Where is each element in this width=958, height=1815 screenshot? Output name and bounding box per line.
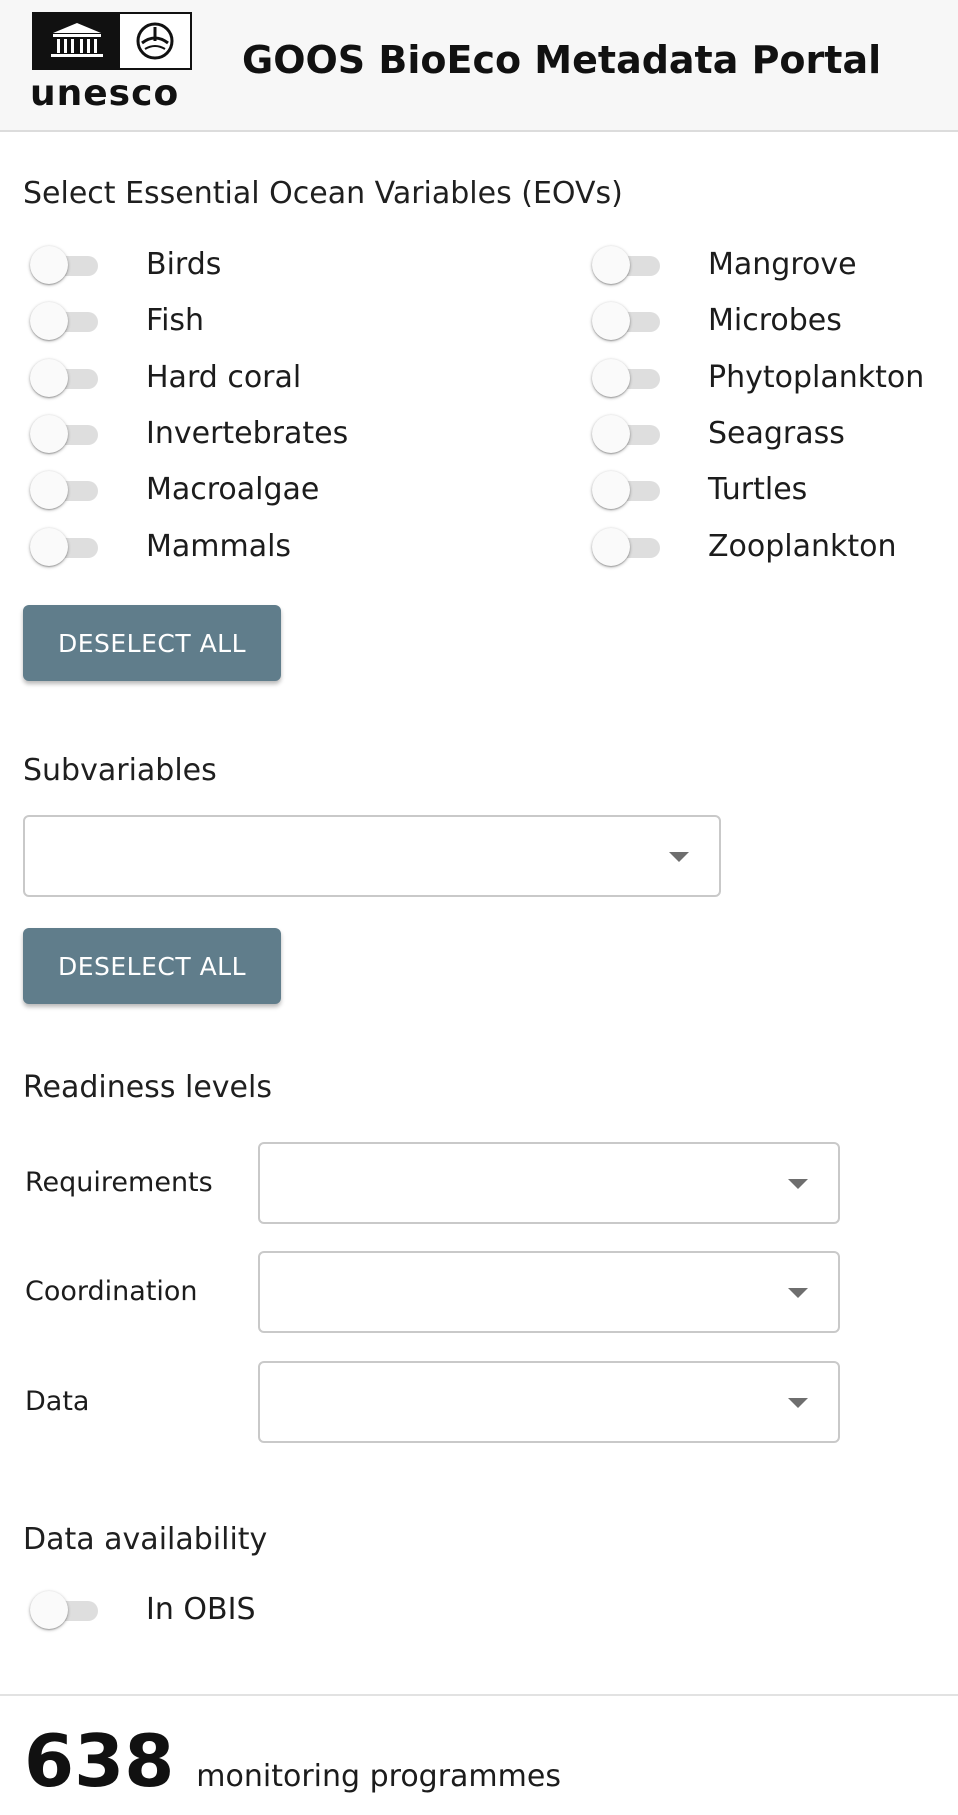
toggle-label: In OBIS [146, 1592, 256, 1627]
switch[interactable] [30, 301, 102, 341]
toggle-label: Mangrove [708, 247, 857, 282]
toggle-in-obis[interactable]: In OBIS [30, 1590, 255, 1630]
switch[interactable] [592, 245, 664, 285]
toggle-microbes[interactable]: Microbes [592, 301, 842, 341]
toggle-fish[interactable]: Fish [30, 301, 204, 341]
data-label: Data [25, 1386, 90, 1417]
toggle-label: Invertebrates [146, 416, 349, 451]
switch[interactable] [30, 470, 102, 510]
toggle-label: Phytoplankton [708, 360, 925, 395]
switch[interactable] [30, 1590, 102, 1630]
switch[interactable] [30, 527, 102, 567]
switch[interactable] [30, 414, 102, 454]
toggle-label: Turtles [708, 472, 808, 507]
app-header: unesco GOOS BioEco Metadata Portal [0, 0, 958, 132]
logo-emblems [32, 12, 192, 70]
data-select[interactable] [258, 1361, 840, 1443]
toggle-turtles[interactable]: Turtles [592, 470, 807, 510]
toggle-birds[interactable]: Birds [30, 245, 221, 285]
coordination-label: Coordination [25, 1276, 198, 1307]
requirements-label: Requirements [25, 1167, 213, 1198]
caret-down-icon [669, 852, 689, 862]
eov-deselect-all-button[interactable]: DESELECT ALL [23, 605, 281, 681]
unesco-logo[interactable]: unesco [30, 10, 198, 118]
eov-section-title: Select Essential Ocean Variables (EOVs) [23, 176, 623, 211]
toggle-label: Microbes [708, 303, 842, 338]
switch[interactable] [30, 245, 102, 285]
toggle-label: Birds [146, 247, 222, 282]
ioc-emblem-icon [120, 14, 190, 68]
availability-section-title: Data availability [23, 1522, 268, 1557]
caret-down-icon [788, 1179, 808, 1189]
subvariables-deselect-all-button[interactable]: DESELECT ALL [23, 928, 281, 1004]
toggle-label: Hard coral [146, 360, 302, 395]
switch[interactable] [592, 414, 664, 454]
toggle-label: Mammals [146, 529, 292, 564]
portal-page: unesco GOOS BioEco Metadata Portal Selec… [0, 0, 958, 1815]
switch[interactable] [592, 470, 664, 510]
toggle-zooplankton[interactable]: Zooplankton [592, 527, 897, 567]
requirements-select[interactable] [258, 1142, 840, 1224]
readiness-section-title: Readiness levels [23, 1070, 272, 1105]
results-count: 638 [24, 1719, 175, 1803]
switch[interactable] [30, 358, 102, 398]
toggle-label: Macroalgae [146, 472, 320, 507]
toggle-mangrove[interactable]: Mangrove [592, 245, 857, 285]
results-summary: 638 monitoring programmes [24, 1718, 561, 1808]
page-title: GOOS BioEco Metadata Portal [242, 38, 882, 82]
switch[interactable] [592, 301, 664, 341]
toggle-label: Fish [146, 303, 205, 338]
divider [0, 1694, 958, 1696]
toggle-phytoplankton[interactable]: Phytoplankton [592, 358, 924, 398]
logo-wordmark: unesco [30, 73, 180, 114]
switch[interactable] [592, 358, 664, 398]
unesco-temple-icon [34, 14, 120, 68]
toggle-label: Seagrass [708, 416, 845, 451]
toggle-mammals[interactable]: Mammals [30, 527, 291, 567]
toggle-invertebrates[interactable]: Invertebrates [30, 414, 348, 454]
switch[interactable] [592, 527, 664, 567]
subvariables-select[interactable] [23, 815, 721, 897]
toggle-seagrass[interactable]: Seagrass [592, 414, 845, 454]
toggle-hard-coral[interactable]: Hard coral [30, 358, 301, 398]
caret-down-icon [788, 1398, 808, 1408]
toggle-macroalgae[interactable]: Macroalgae [30, 470, 319, 510]
caret-down-icon [788, 1288, 808, 1298]
results-count-label: monitoring programmes [196, 1759, 561, 1794]
subvariables-section-title: Subvariables [23, 753, 217, 788]
toggle-label: Zooplankton [708, 529, 897, 564]
coordination-select[interactable] [258, 1251, 840, 1333]
